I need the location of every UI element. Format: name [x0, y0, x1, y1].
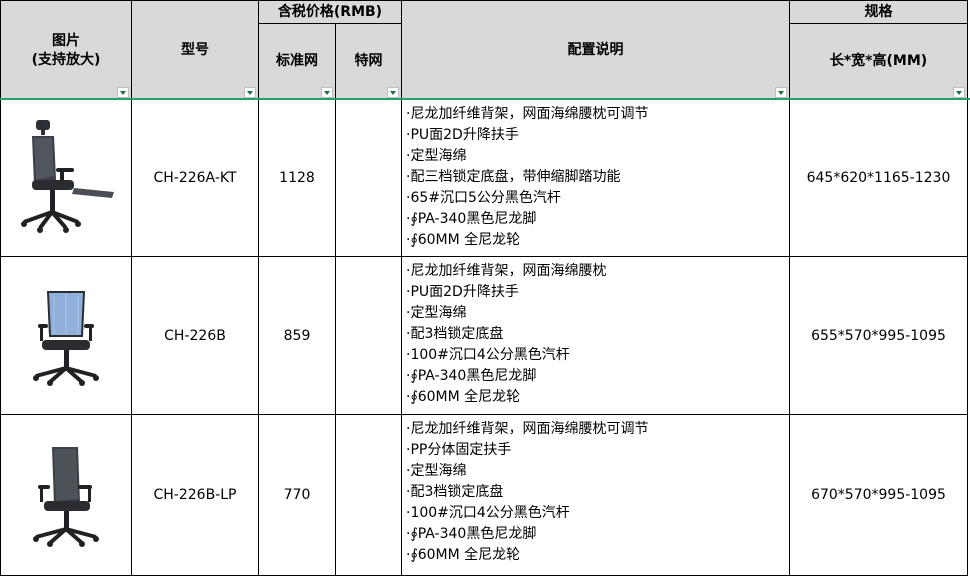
config-line: ·定型海绵: [406, 463, 467, 479]
table-row-3-price-standard[interactable]: 770: [259, 415, 336, 576]
config-line: ·∮PA-340黑色尼龙脚: [406, 526, 537, 542]
model-text: CH-226B: [164, 327, 226, 344]
header-price-special-label: 特网: [354, 53, 383, 69]
table-row-1-model[interactable]: CH-226A-KT: [132, 100, 259, 257]
table-row-3-price-special[interactable]: [336, 415, 402, 576]
config-line: ·配三档锁定底盘，带伸缩脚踏功能: [406, 169, 621, 185]
header-price-group[interactable]: 含税价格(RMB): [259, 0, 402, 24]
config-line: ·配3档锁定底盘: [406, 326, 504, 342]
table-row-1-price-special[interactable]: [336, 100, 402, 257]
header-spec-group-label: 规格: [864, 3, 893, 20]
header-image-label: 图片 (支持放大): [31, 33, 101, 68]
filter-dropdown-icon[interactable]: [244, 87, 256, 98]
header-price-standard-label: 标准网: [276, 53, 318, 69]
config-line: ·定型海绵: [406, 148, 467, 164]
table-row-2-config[interactable]: ·尼龙加纤维背架，网面海绵腰枕 ·PU面2D升降扶手 ·定型海绵 ·配3档锁定底…: [402, 257, 790, 415]
table-row-2-price-special[interactable]: [336, 257, 402, 415]
config-line: ·65#沉口5公分黑色汽杆: [406, 190, 561, 206]
filter-dropdown-icon[interactable]: [321, 87, 333, 98]
table-row-2-dims[interactable]: 655*570*995-1095: [790, 257, 968, 415]
header-image[interactable]: 图片 (支持放大): [0, 0, 132, 100]
header-spec-dims[interactable]: 长*宽*高(MM): [790, 24, 968, 100]
price-text: 859: [283, 327, 311, 344]
table-row-1-image[interactable]: [0, 100, 132, 257]
chair-image-2: [33, 290, 99, 386]
filter-dropdown-icon[interactable]: [117, 87, 129, 98]
chair-image-3: [33, 447, 99, 547]
config-line: ·PU面2D升降扶手: [406, 284, 519, 300]
price-text: 770: [283, 487, 311, 503]
header-config[interactable]: 配置说明: [402, 0, 790, 100]
table-row-2-price-standard[interactable]: 859: [259, 257, 336, 415]
header-config-label: 配置说明: [567, 41, 624, 58]
dims-text: 645*620*1165-1230: [806, 170, 951, 186]
config-line: ·配3档锁定底盘: [406, 484, 504, 500]
table-row-2-image[interactable]: [0, 257, 132, 415]
dims-text: 670*570*995-1095: [811, 487, 946, 503]
model-text: CH-226B-LP: [153, 487, 237, 503]
header-spec-group[interactable]: 规格: [790, 0, 968, 24]
config-line: ·∮60MM 全尼龙轮: [406, 547, 521, 563]
table-row-1-price-standard[interactable]: 1128: [259, 100, 336, 257]
price-text: 1128: [279, 170, 315, 186]
chair-image-1: [21, 120, 114, 233]
config-line: ·∮PA-340黑色尼龙脚: [406, 211, 537, 227]
model-text: CH-226A-KT: [153, 170, 237, 186]
table-row-1-dims[interactable]: 645*620*1165-1230: [790, 100, 968, 257]
config-line: ·PU面2D升降扶手: [406, 127, 519, 143]
filter-dropdown-icon[interactable]: [387, 87, 399, 98]
header-price-group-label: 含税价格(RMB): [277, 3, 383, 20]
table-row-3-dims[interactable]: 670*570*995-1095: [790, 415, 968, 576]
header-price-standard[interactable]: 标准网: [259, 24, 336, 100]
filter-dropdown-icon[interactable]: [775, 87, 787, 98]
dims-text: 655*570*995-1095: [811, 327, 946, 344]
config-line: ·∮PA-340黑色尼龙脚: [406, 368, 537, 384]
config-line: ·100#沉口4公分黑色汽杆: [406, 347, 570, 363]
table-row-3-model[interactable]: CH-226B-LP: [132, 415, 259, 576]
config-line: ·尼龙加纤维背架，网面海绵腰枕可调节: [406, 106, 649, 122]
spreadsheet: 图片 (支持放大) 型号 含税价格(RMB) 标准网 特网 配置说明 规格 长*…: [0, 0, 970, 577]
filter-dropdown-icon[interactable]: [953, 87, 965, 98]
header-spec-dims-label: 长*宽*高(MM): [829, 53, 928, 69]
table-row-3-image[interactable]: [0, 415, 132, 576]
table-row-3-config[interactable]: ·尼龙加纤维背架，网面海绵腰枕可调节 ·PP分体固定扶手 ·定型海绵 ·配3档锁…: [402, 415, 790, 576]
config-line: ·∮60MM 全尼龙轮: [406, 389, 521, 405]
config-line: ·尼龙加纤维背架，网面海绵腰枕: [406, 263, 607, 279]
table-row-1-config[interactable]: ·尼龙加纤维背架，网面海绵腰枕可调节 ·PU面2D升降扶手 ·定型海绵 ·配三档…: [402, 100, 790, 257]
header-price-special[interactable]: 特网: [336, 24, 402, 100]
header-model-label: 型号: [181, 41, 209, 58]
table-row-2-model[interactable]: CH-226B: [132, 257, 259, 415]
config-line: ·尼龙加纤维背架，网面海绵腰枕可调节: [406, 421, 649, 437]
config-line: ·定型海绵: [406, 305, 467, 321]
config-line: ·∮60MM 全尼龙轮: [406, 232, 521, 248]
header-model[interactable]: 型号: [132, 0, 259, 100]
config-line: ·100#沉口4公分黑色汽杆: [406, 505, 570, 521]
config-line: ·PP分体固定扶手: [406, 442, 512, 458]
